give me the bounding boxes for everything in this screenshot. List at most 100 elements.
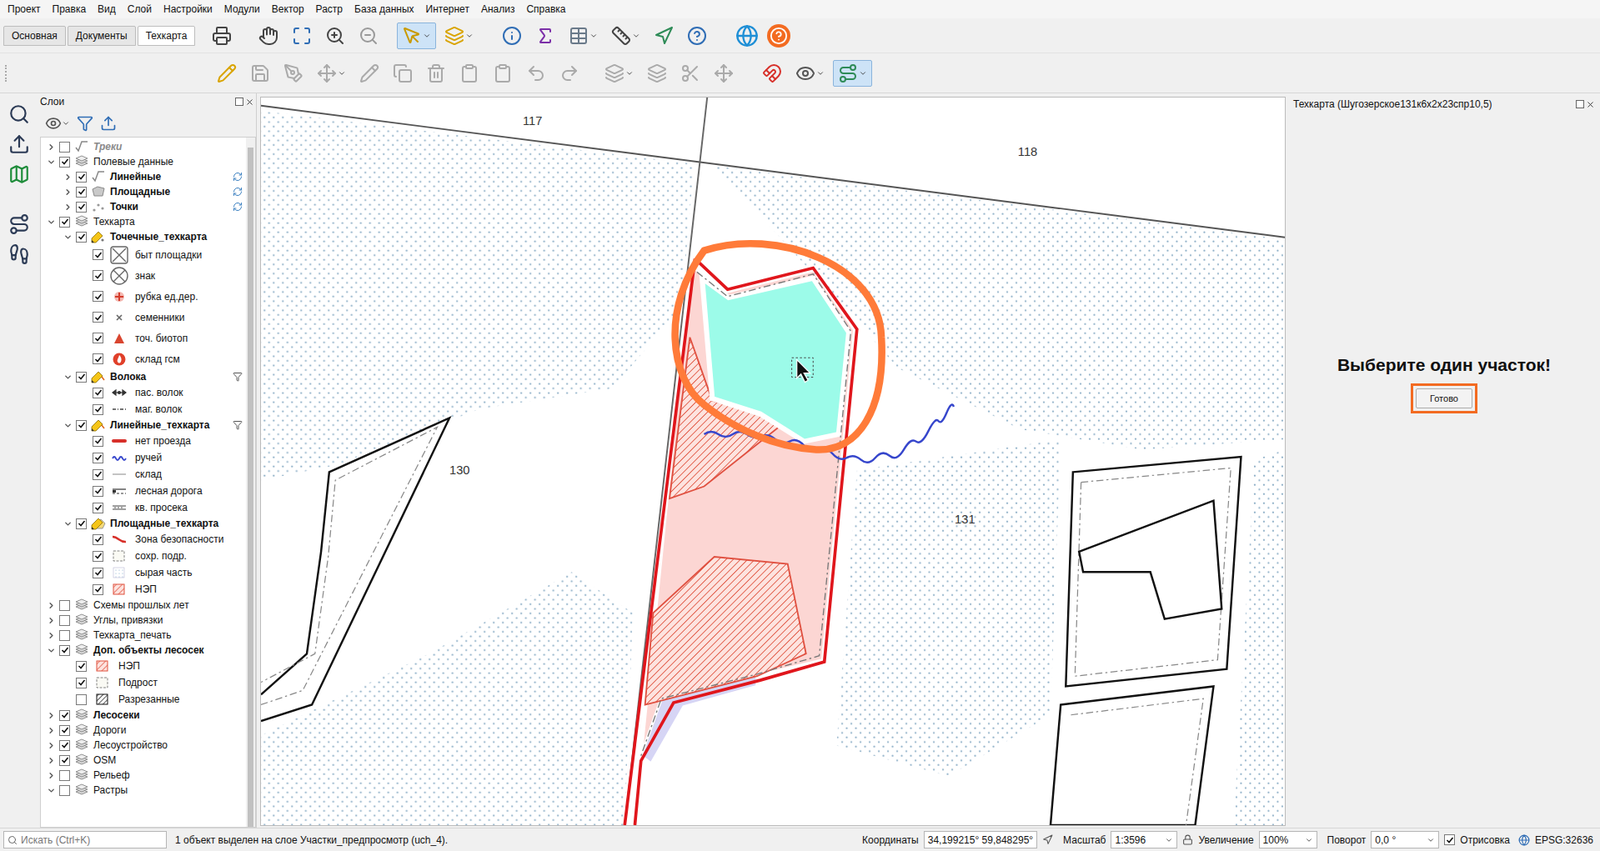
menu-item[interactable]: Правка [46,1,93,17]
legend-item[interactable]: рубка ед.дер. [40,285,246,307]
redo-button[interactable] [554,60,585,87]
dropdown-arrow-icon[interactable] [816,69,825,78]
spin-arrow-icon[interactable] [1304,836,1314,845]
visibility-checkbox[interactable] [92,502,104,514]
visibility-checkbox[interactable] [75,420,87,432]
whats-this-button[interactable] [682,22,713,50]
dropdown-arrow-icon[interactable] [858,69,868,78]
collapse-arrow-icon[interactable] [46,217,56,227]
dropdown-arrow-icon[interactable] [1164,836,1174,845]
map-view[interactable]: 117118130131 [260,93,1286,828]
expand-arrow-icon[interactable] [46,616,56,626]
snapping-visibility-button[interactable] [790,60,830,87]
done-button[interactable]: Готово [1415,388,1473,410]
legend-item[interactable]: пас. волок [40,384,246,402]
layer-item[interactable]: Точки [40,199,246,215]
web-button[interactable] [730,20,764,51]
float-button[interactable] [1575,100,1585,109]
eye-icon[interactable] [45,115,62,132]
save-edits-button[interactable] [245,60,276,87]
menu-item[interactable]: Растр [310,1,349,17]
menu-item[interactable]: Интернет [420,1,476,17]
scrollbar[interactable] [245,137,256,828]
visibility-checkbox[interactable] [92,270,104,281]
legend-item[interactable]: склад [40,466,246,483]
dropdown-arrow-icon[interactable] [61,119,71,128]
visibility-checkbox[interactable] [59,645,71,657]
visibility-checkbox[interactable] [92,353,104,365]
expand-arrow-icon[interactable] [46,771,56,781]
zoom-full-button[interactable] [286,22,317,50]
layer-group[interactable]: Углы, привязки [40,612,246,628]
layer-group[interactable]: Доп. объекты лесосек [40,642,246,658]
visibility-checkbox[interactable] [75,371,87,383]
collapse-arrow-icon[interactable] [46,786,56,796]
scrollbar-thumb[interactable] [247,147,254,828]
expand-arrow-icon[interactable] [46,631,56,641]
menu-item[interactable]: База данных [348,1,420,17]
legend-item[interactable]: сохр. подр. [40,547,246,565]
layer-item[interactable]: Волока [40,369,246,385]
visibility-checkbox[interactable] [92,452,104,464]
menu-item[interactable]: Слой [121,1,158,17]
visibility-checkbox[interactable] [92,332,104,344]
legend-item[interactable]: точ. биотоп [40,327,246,349]
toolbar-tab[interactable]: Основная [3,25,66,46]
reshape-button[interactable] [708,60,739,87]
zoom-in-button[interactable] [320,22,351,50]
map-icon[interactable] [8,163,31,186]
legend-item[interactable]: НЭП [40,581,246,598]
delete-button[interactable] [421,60,452,87]
add-feature-button[interactable] [278,60,309,87]
select-button[interactable] [396,22,437,50]
expand-arrow-icon[interactable] [63,187,73,197]
visibility-checkbox[interactable] [92,436,104,447]
fill-ring-button[interactable] [642,60,673,87]
float-button[interactable] [235,97,244,106]
legend-item[interactable]: кв. просека [40,499,246,517]
collapse-arrow-icon[interactable] [63,232,73,242]
layer-item[interactable]: Площадные_техкарта [40,516,246,532]
paste-special-button[interactable] [487,60,518,87]
collapse-arrow-icon[interactable] [63,519,73,529]
layer-group[interactable]: Техкарта_печать [40,627,246,643]
visibility-checkbox[interactable] [92,404,104,416]
legend-item[interactable]: нет проезда [40,432,246,450]
layer-group[interactable]: Схемы прошлых лет [40,597,246,613]
visibility-checkbox[interactable] [92,290,104,302]
layer-group[interactable]: Дороги [40,722,246,738]
visibility-checkbox[interactable] [75,186,87,198]
layer-item[interactable]: Линейные [40,169,246,185]
filter-icon[interactable] [232,371,243,382]
dropdown-arrow-icon[interactable] [589,31,598,41]
sync-icon[interactable] [232,171,243,182]
visibility-checkbox[interactable] [59,710,71,722]
legend-item[interactable]: склад гсм [40,348,246,370]
binoculars-icon[interactable] [8,103,31,126]
legend-item[interactable]: НЭП [40,657,246,675]
collapse-all-icon[interactable] [100,115,117,132]
layer-group[interactable]: Техкарта [40,214,246,230]
expand-arrow-icon[interactable] [46,601,56,611]
expand-arrow-icon[interactable] [46,756,56,766]
sync-icon[interactable] [232,186,243,197]
expand-arrow-icon[interactable] [63,172,73,182]
expand-arrow-icon[interactable] [46,741,56,751]
visibility-checkbox[interactable] [59,755,71,767]
scale-field[interactable]: 1:3596 [1110,831,1178,849]
toolbar-handle[interactable] [5,65,9,82]
layer-item[interactable]: Треки [40,139,246,155]
collapse-arrow-icon[interactable] [63,372,73,382]
modify-attributes-button[interactable] [354,60,385,87]
toggle-edit-button[interactable] [211,60,242,87]
menu-item[interactable]: Вектор [265,1,311,17]
menu-item[interactable]: Проект [1,1,47,17]
dropdown-arrow-icon[interactable] [422,31,432,41]
coordinates-field[interactable]: 34,199215° 59,848295° [923,831,1038,849]
visibility-checkbox[interactable] [92,534,104,546]
legend-item[interactable]: лесная дорога [40,482,246,500]
identify-button[interactable] [496,22,527,50]
visibility-checkbox[interactable] [92,486,104,497]
rotation-field[interactable]: 0,0 ° [1370,831,1440,849]
measure-button[interactable] [606,22,646,50]
